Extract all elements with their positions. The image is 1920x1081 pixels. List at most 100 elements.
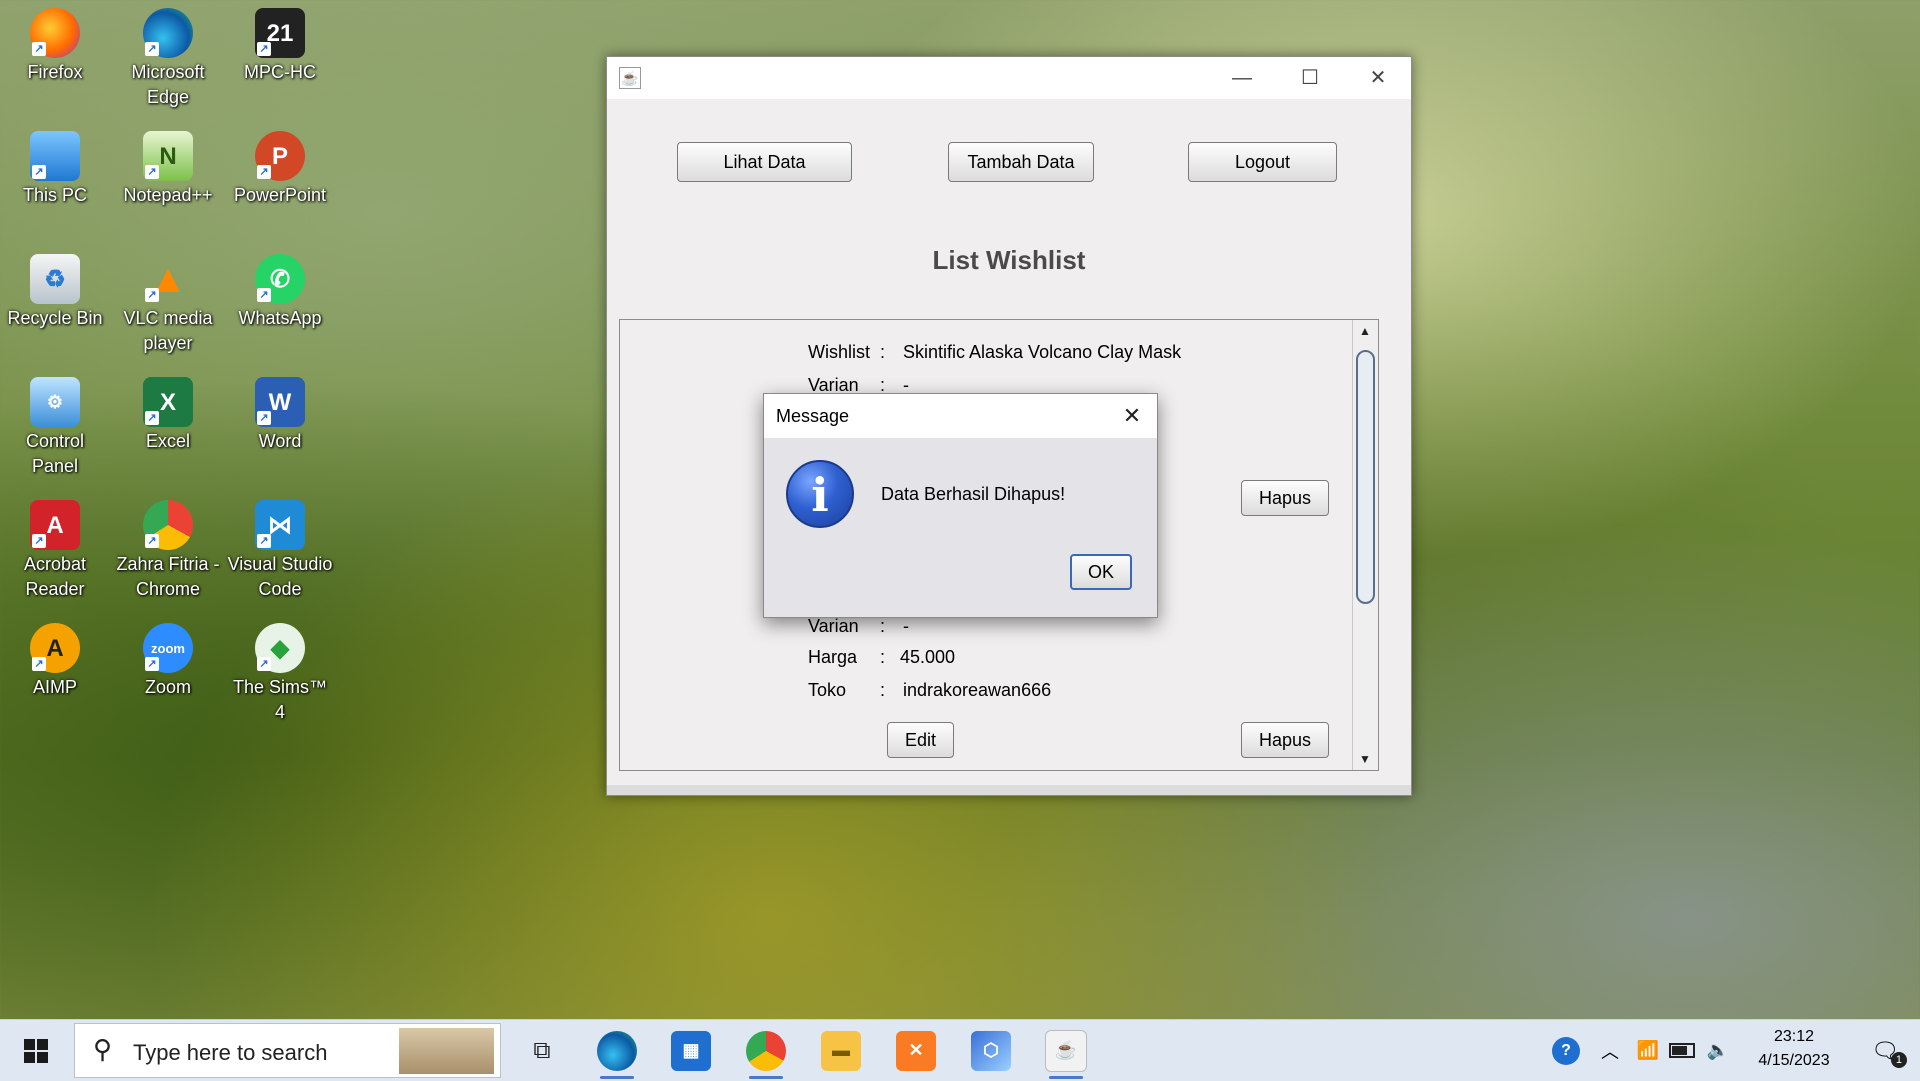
battery-icon: [1669, 1043, 1695, 1058]
list-title: List Wishlist: [932, 245, 1086, 275]
clock-date: 4/15/2023: [1758, 1052, 1830, 1069]
dialog-title-bar[interactable]: Message ✕: [764, 394, 1157, 438]
close-icon[interactable]: ✕: [1345, 57, 1411, 99]
desktop-icon-zoom[interactable]: zoom ↗ Zoom: [114, 623, 222, 700]
desktop-icon-label: AIMP: [32, 677, 77, 697]
start-button[interactable]: [0, 1020, 72, 1081]
chevron-up-icon: ︿: [1601, 1041, 1619, 1062]
window-title-bar[interactable]: ☕ — ☐ ✕: [607, 57, 1411, 99]
battery-tray-button[interactable]: [1664, 1020, 1700, 1081]
store-icon: ▦: [671, 1030, 711, 1071]
varian-value: -: [903, 616, 909, 636]
desktop-icon-recycle-bin[interactable]: ♻ Recycle Bin: [1, 254, 109, 331]
desktop-icon-label: Notepad++: [123, 185, 213, 205]
help-tray-button[interactable]: ?: [1546, 1020, 1586, 1081]
minimize-icon[interactable]: —: [1209, 57, 1275, 99]
taskbar-xampp[interactable]: ✕: [885, 1020, 947, 1081]
desktop-icon-excel[interactable]: X ↗ Excel: [114, 377, 222, 454]
java-coffee-icon: ☕: [1045, 1029, 1087, 1072]
taskbar-edge[interactable]: [586, 1020, 648, 1081]
toko-value: indrakoreawan666: [903, 680, 1052, 700]
aimp-icon: A ↗: [30, 623, 80, 673]
volume-tray-button[interactable]: 🔈: [1700, 1020, 1736, 1081]
taskbar-search-box[interactable]: ⚲ Type here to search: [74, 1023, 501, 1078]
taskbar-store[interactable]: ▦: [660, 1020, 722, 1081]
desktop-icon-control-panel[interactable]: ⚙ Control Panel: [1, 377, 109, 479]
clock[interactable]: 23:12 4/15/2023: [1740, 1026, 1848, 1076]
acrobat-icon: A ↗: [30, 500, 80, 550]
desktop-icon-label: PowerPoint: [233, 185, 327, 205]
taskbar-chrome[interactable]: [735, 1020, 797, 1081]
desktop-icon-whatsapp[interactable]: ✆ ↗ WhatsApp: [226, 254, 334, 331]
colon: :: [880, 680, 886, 700]
desktop-icon-mpc-hc[interactable]: 21 ↗ MPC-HC: [226, 8, 334, 85]
dialog-close-icon[interactable]: ✕: [1107, 394, 1157, 438]
scroll-down-icon[interactable]: ▼: [1353, 752, 1377, 766]
desktop-icon-word[interactable]: W ↗ Word: [226, 377, 334, 454]
message-dialog: Message ✕ i Data Berhasil Dihapus! OK: [763, 393, 1158, 618]
computer-icon: ↗: [30, 131, 80, 181]
desktop-icon-label: VLC media player: [123, 308, 213, 353]
java-coffee-icon: ☕: [619, 67, 641, 89]
wifi-icon: 📶: [1636, 1040, 1660, 1060]
excel-icon: X ↗: [143, 377, 193, 427]
powerpoint-icon: P ↗: [255, 131, 305, 181]
desktop-icon-chrome-profile[interactable]: ↗ Zahra Fitria - Chrome: [114, 500, 222, 602]
scroll-up-icon[interactable]: ▲: [1353, 324, 1377, 338]
desktop-icon-vscode[interactable]: ⋈ ↗ Visual Studio Code: [226, 500, 334, 602]
tambah-data-button[interactable]: Tambah Data: [948, 142, 1094, 182]
task-view-icon: ⧉: [533, 1036, 551, 1064]
logout-button[interactable]: Logout: [1188, 142, 1337, 182]
edit-button[interactable]: Edit: [887, 722, 954, 758]
desktop-icon-powerpoint[interactable]: P ↗ PowerPoint: [226, 131, 334, 208]
dialog-message: Data Berhasil Dihapus!: [881, 484, 1066, 504]
desktop-icon-label: Word: [258, 431, 302, 451]
notification-center-button[interactable]: 🗨 1: [1850, 1020, 1920, 1081]
desktop-icon-vlc[interactable]: ▲ ↗ VLC media player: [114, 254, 222, 356]
vertical-scrollbar[interactable]: ▲ ▼: [1352, 320, 1378, 770]
ok-button[interactable]: OK: [1070, 554, 1132, 590]
active-indicator: [1049, 1076, 1083, 1079]
lihat-data-button[interactable]: Lihat Data: [677, 142, 852, 182]
cube-icon: ⬡: [971, 1030, 1011, 1071]
vscode-icon: ⋈ ↗: [255, 500, 305, 550]
clock-time: 23:12: [1773, 1028, 1815, 1045]
chrome-icon: ↗: [143, 500, 193, 550]
desktop-icon-acrobat[interactable]: A ↗ Acrobat Reader: [1, 500, 109, 602]
desktop-icon-label: The Sims™ 4: [232, 677, 328, 722]
taskbar-java[interactable]: ☕: [1035, 1020, 1097, 1081]
desktop-icon-notepadpp[interactable]: N ↗ Notepad++: [114, 131, 222, 208]
desktop-icon-label: Control Panel: [25, 431, 85, 476]
notification-count: 1: [1890, 1051, 1907, 1068]
notification-icon: 🗨 1: [1871, 1038, 1907, 1068]
harga-value: 45.000: [900, 647, 956, 667]
network-tray-button[interactable]: 📶: [1630, 1020, 1666, 1081]
search-placeholder: Type here to search: [133, 1040, 328, 1065]
task-view-button[interactable]: ⧉: [516, 1020, 568, 1081]
desktop-icon-firefox[interactable]: ↗ Firefox: [1, 8, 109, 85]
scrollbar-thumb[interactable]: [1356, 350, 1375, 604]
chrome-icon: [746, 1030, 786, 1071]
film-clapper-icon: 21 ↗: [255, 8, 305, 58]
show-hidden-icons-button[interactable]: ︿: [1592, 1020, 1628, 1081]
colon: :: [880, 342, 886, 362]
varian-label: Varian: [808, 616, 859, 636]
window-bottom-strip: [607, 785, 1411, 795]
taskbar-virtualbox[interactable]: ⬡: [960, 1020, 1022, 1081]
maximize-icon[interactable]: ☐: [1277, 57, 1343, 99]
zoom-icon: zoom ↗: [143, 623, 193, 673]
hapus-button[interactable]: Hapus: [1241, 480, 1329, 516]
desktop-icon-sims4[interactable]: ◆ ↗ The Sims™ 4: [226, 623, 334, 725]
taskbar-file-explorer[interactable]: ▬: [810, 1020, 872, 1081]
desktop-icon-this-pc[interactable]: ↗ This PC: [1, 131, 109, 208]
desktop-icon-edge[interactable]: ↗ Microsoft Edge: [114, 8, 222, 110]
edge-icon: ↗: [143, 8, 193, 58]
notepad-icon: N ↗: [143, 131, 193, 181]
hapus-button[interactable]: Hapus: [1241, 722, 1329, 758]
active-indicator: [749, 1076, 783, 1079]
search-icon: ⚲: [93, 1034, 113, 1064]
desktop-icon-aimp[interactable]: A ↗ AIMP: [1, 623, 109, 700]
information-icon: i: [786, 460, 854, 528]
wishlist-label: Wishlist: [808, 342, 870, 362]
folder-icon: ▬: [821, 1030, 861, 1071]
